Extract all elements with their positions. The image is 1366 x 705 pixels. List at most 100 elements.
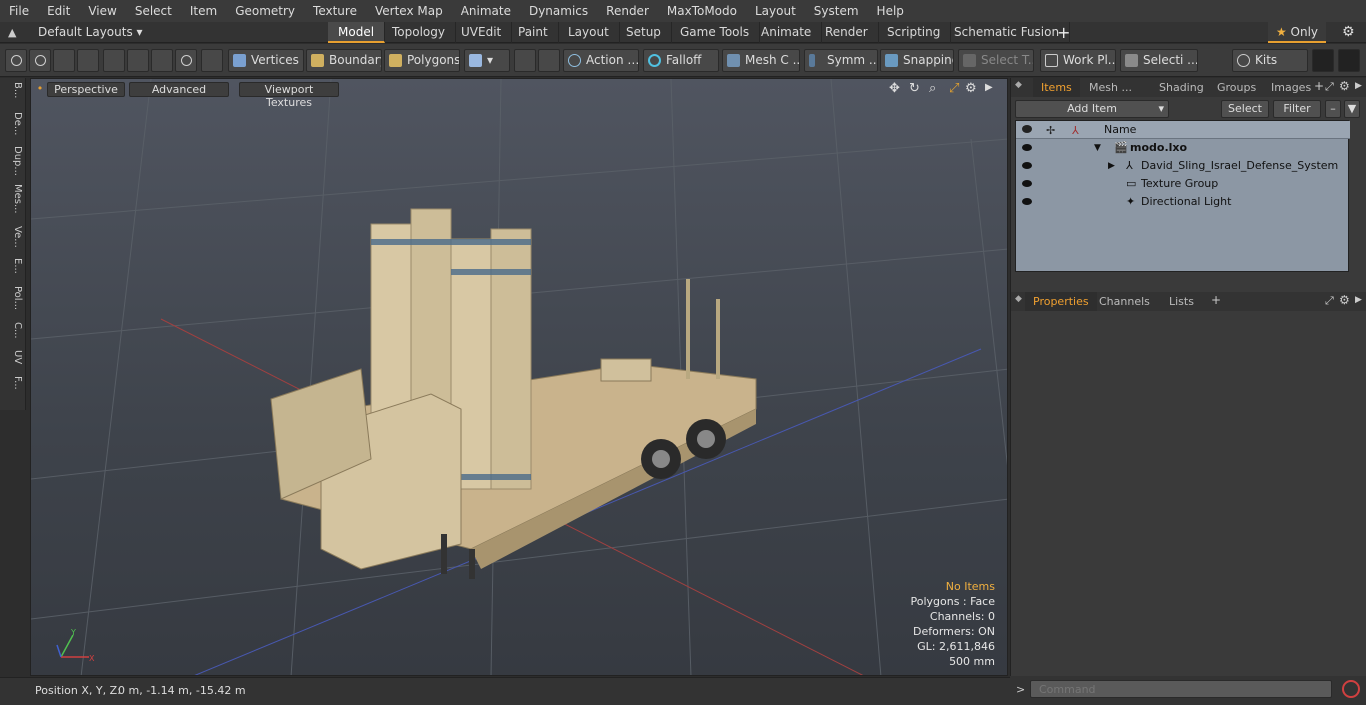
filter-button[interactable]: Filter bbox=[1273, 100, 1321, 118]
tab-scripting[interactable]: Scripting bbox=[877, 22, 952, 43]
tab-paint[interactable]: Paint bbox=[508, 22, 559, 43]
3d-viewport[interactable]: • Perspective Advanced Viewport Textures… bbox=[30, 78, 1008, 676]
collapse-icon[interactable]: – bbox=[1325, 100, 1341, 118]
panel-menu-dot-icon[interactable]: ◆ bbox=[1015, 80, 1022, 90]
viewport-textures-button[interactable]: Viewport Textures bbox=[239, 82, 339, 109]
menu-render[interactable]: Render bbox=[597, 0, 658, 22]
advanced-button[interactable]: Advanced bbox=[129, 82, 229, 97]
menu-system[interactable]: System bbox=[805, 0, 868, 22]
unity-icon[interactable] bbox=[1312, 49, 1334, 72]
menu-help[interactable]: Help bbox=[868, 0, 913, 22]
layout-up-icon[interactable]: ▲ bbox=[8, 26, 20, 39]
maximize-icon[interactable]: ⤢ bbox=[949, 81, 959, 96]
tab-schematic-fusion[interactable]: Schematic Fusion bbox=[944, 22, 1071, 43]
tab-model[interactable]: Model bbox=[328, 22, 386, 43]
left-tab-duplicate[interactable]: Dup... bbox=[3, 146, 23, 176]
add-panel-tab-icon[interactable]: + bbox=[1211, 293, 1221, 307]
symmetry-icon[interactable] bbox=[514, 49, 536, 72]
left-tab-deform[interactable]: De... bbox=[3, 112, 23, 135]
only-toggle[interactable]: ★ Only bbox=[1268, 22, 1326, 43]
menu-select[interactable]: Select bbox=[126, 0, 181, 22]
symmetry-button[interactable]: Symm ... bbox=[804, 49, 878, 72]
item-mode-icon[interactable] bbox=[201, 49, 223, 72]
viewport-menu-dot-icon[interactable]: • bbox=[35, 82, 45, 97]
menu-geometry[interactable]: Geometry bbox=[226, 0, 304, 22]
add-item-button[interactable]: Add Item ▾ bbox=[1015, 100, 1169, 118]
lasso-icon[interactable] bbox=[53, 49, 75, 72]
element-icon[interactable] bbox=[151, 49, 173, 72]
expand-arrow-icon[interactable]: ▶ bbox=[1108, 157, 1115, 175]
tab-layout[interactable]: Layout bbox=[558, 22, 620, 43]
pan-icon[interactable]: ✥ bbox=[889, 81, 900, 96]
menu-vertex-map[interactable]: Vertex Map bbox=[366, 0, 452, 22]
panel-gear-icon[interactable]: ⚙ bbox=[1339, 79, 1350, 93]
tab-setup[interactable]: Setup bbox=[616, 22, 672, 43]
paint-select-icon[interactable] bbox=[77, 49, 99, 72]
menu-item[interactable]: Item bbox=[181, 0, 226, 22]
visibility-eye-icon[interactable] bbox=[1022, 162, 1032, 169]
funnel-icon[interactable]: ▼ bbox=[1344, 100, 1360, 118]
menu-layout[interactable]: Layout bbox=[746, 0, 805, 22]
tab-groups[interactable]: Groups bbox=[1209, 78, 1264, 97]
snapping-button[interactable]: Snapping bbox=[880, 49, 954, 72]
left-tab-uv[interactable]: UV bbox=[3, 350, 23, 364]
viewport-expand-arrow-icon[interactable]: ▶ bbox=[985, 82, 993, 93]
panel-expand-icon[interactable]: ⤢ bbox=[1325, 80, 1334, 94]
visibility-eye-icon[interactable] bbox=[1022, 144, 1032, 151]
menu-dynamics[interactable]: Dynamics bbox=[520, 0, 597, 22]
left-tab-vertex[interactable]: Ve... bbox=[3, 226, 23, 248]
shape-dropdown[interactable]: ▾ bbox=[464, 49, 510, 72]
select-through-button[interactable]: Select T... bbox=[958, 49, 1034, 72]
menu-maxtomodo[interactable]: MaxToModo bbox=[658, 0, 746, 22]
tab-items[interactable]: Items bbox=[1033, 78, 1080, 97]
left-tab-fusion[interactable]: F... bbox=[3, 376, 23, 390]
panel-gear-icon[interactable]: ⚙ bbox=[1339, 293, 1350, 307]
mesh-constraint-button[interactable]: Mesh C ... bbox=[722, 49, 800, 72]
tab-shading[interactable]: Shading bbox=[1151, 78, 1212, 97]
panel-expand-icon[interactable]: ⤢ bbox=[1325, 294, 1334, 308]
item-row-texture-group[interactable]: ▭ Texture Group bbox=[1016, 175, 1350, 193]
expand-arrow-icon[interactable]: ▼ bbox=[1094, 139, 1101, 157]
left-tab-basic[interactable]: B... bbox=[3, 82, 23, 98]
visibility-column-eye-icon[interactable] bbox=[1022, 125, 1032, 133]
left-tab-polygon[interactable]: Pol... bbox=[3, 286, 23, 310]
menu-edit[interactable]: Edit bbox=[38, 0, 79, 22]
boundary-button[interactable]: Boundary bbox=[306, 49, 382, 72]
tab-images[interactable]: Images bbox=[1263, 78, 1319, 97]
item-row-mesh[interactable]: ▶ ⅄ David_Sling_Israel_Defense_System bbox=[1016, 157, 1350, 175]
left-tab-edge[interactable]: E... bbox=[3, 258, 23, 274]
gear-icon[interactable]: ⚙ bbox=[1342, 24, 1355, 40]
select-button[interactable]: Select bbox=[1221, 100, 1269, 118]
panel-arrow-icon[interactable]: ▶ bbox=[1355, 295, 1362, 305]
tab-properties[interactable]: Properties bbox=[1025, 292, 1097, 311]
perspective-button[interactable]: Perspective bbox=[47, 82, 125, 97]
tab-uvedit[interactable]: UVEdit bbox=[451, 22, 513, 43]
menu-file[interactable]: File bbox=[0, 0, 38, 22]
left-tab-curve[interactable]: C... bbox=[3, 322, 23, 339]
kits-button[interactable]: Kits bbox=[1232, 49, 1308, 72]
add-tab-icon[interactable]: + bbox=[1057, 22, 1070, 43]
left-tab-mesh-edit[interactable]: Mes... bbox=[3, 184, 23, 214]
tab-topology[interactable]: Topology bbox=[382, 22, 456, 43]
item-row-light[interactable]: ✦ Directional Light bbox=[1016, 193, 1350, 211]
lock-column-icon[interactable]: ✢ bbox=[1046, 122, 1055, 140]
item-row-scene[interactable]: ▼ 🎬 modo.lxo bbox=[1016, 139, 1350, 157]
visibility-eye-icon[interactable] bbox=[1022, 180, 1032, 187]
zoom-icon[interactable]: ⌕ bbox=[929, 81, 936, 96]
menu-animate[interactable]: Animate bbox=[452, 0, 520, 22]
tab-mesh[interactable]: Mesh ... bbox=[1081, 78, 1140, 97]
selection-sets-button[interactable]: Selecti ... bbox=[1120, 49, 1198, 72]
layout-selector[interactable]: Default Layouts ▾ bbox=[38, 22, 143, 43]
command-input[interactable] bbox=[1030, 680, 1332, 698]
tab-animate[interactable]: Animate bbox=[751, 22, 823, 43]
menu-view[interactable]: View bbox=[79, 0, 125, 22]
visibility-eye-icon[interactable] bbox=[1022, 198, 1032, 205]
move-icon[interactable] bbox=[127, 49, 149, 72]
unreal-icon[interactable] bbox=[1338, 49, 1360, 72]
add-panel-tab-icon[interactable]: + bbox=[1314, 79, 1324, 93]
falloff-circle-icon[interactable] bbox=[175, 49, 197, 72]
viewport-settings-icon[interactable]: ⚙ bbox=[965, 81, 977, 96]
action-button[interactable]: Action … bbox=[563, 49, 639, 72]
falloff-button[interactable]: Falloff bbox=[643, 49, 719, 72]
record-icon[interactable] bbox=[1342, 680, 1360, 698]
